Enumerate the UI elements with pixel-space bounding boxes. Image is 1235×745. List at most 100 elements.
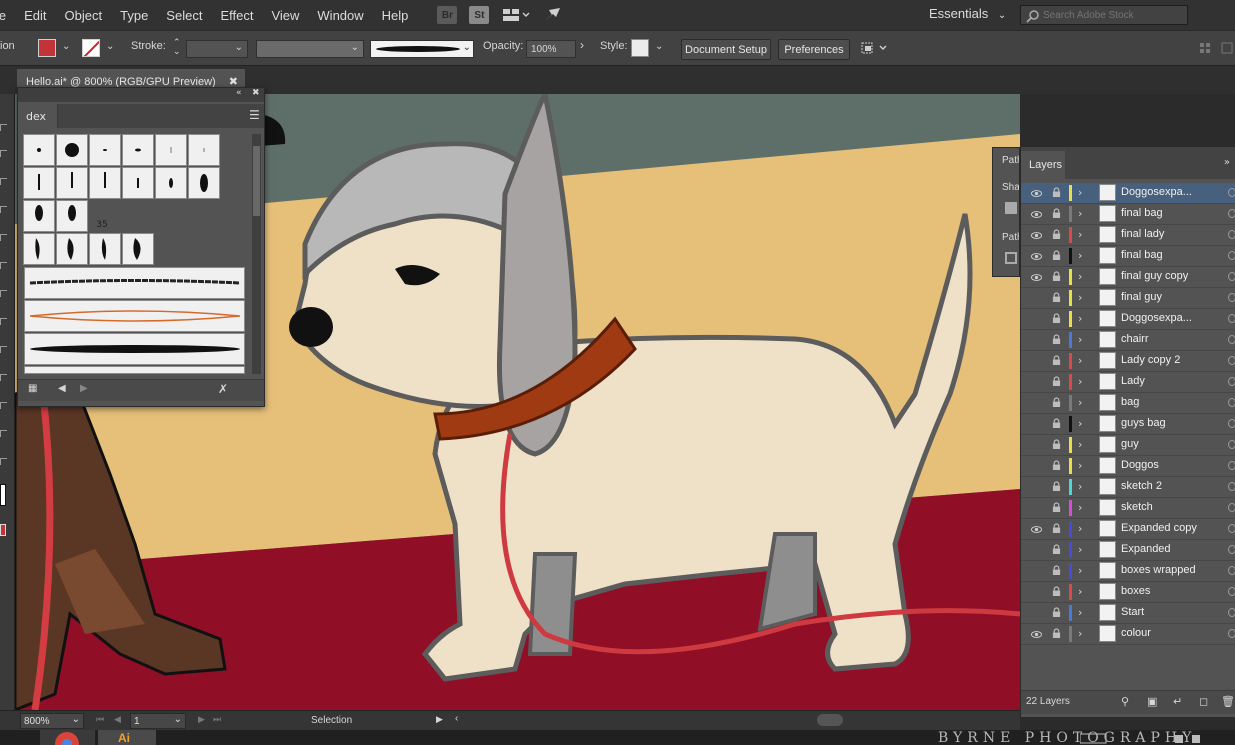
eye-toggle-empty[interactable] xyxy=(1031,314,1042,325)
lock-icon[interactable] xyxy=(1052,292,1061,303)
layer-target-icon[interactable] xyxy=(1228,524,1235,533)
eye-icon[interactable] xyxy=(1031,209,1042,220)
layer-name[interactable]: bag xyxy=(1121,396,1139,408)
layer-row[interactable]: › Doggosexpa... xyxy=(1021,309,1235,330)
layer-target-icon[interactable] xyxy=(1228,251,1235,260)
lock-icon[interactable] xyxy=(1052,376,1061,387)
rectangle-tool-icon[interactable] xyxy=(0,290,7,297)
layer-target-icon[interactable] xyxy=(1228,608,1235,617)
layer-row[interactable]: › Doggos xyxy=(1021,456,1235,477)
eye-icon[interactable] xyxy=(1031,230,1042,241)
brush-swatch[interactable] xyxy=(23,233,55,265)
eye-toggle-empty[interactable] xyxy=(1031,461,1042,472)
rotate-tool-icon[interactable] xyxy=(0,402,7,409)
lock-icon[interactable] xyxy=(1052,586,1061,597)
layer-target-icon[interactable] xyxy=(1228,566,1235,575)
eye-toggle-empty[interactable] xyxy=(1031,293,1042,304)
eye-toggle-empty[interactable] xyxy=(1031,335,1042,346)
menu-type[interactable]: Type xyxy=(111,8,157,23)
lock-icon[interactable] xyxy=(1052,439,1061,450)
opacity-field[interactable]: 100% xyxy=(526,40,576,58)
eye-toggle-empty[interactable] xyxy=(1031,503,1042,514)
chevron-right-icon[interactable]: › xyxy=(1078,312,1082,325)
lock-icon[interactable] xyxy=(1052,544,1061,555)
eye-toggle-empty[interactable] xyxy=(1031,545,1042,556)
layer-target-icon[interactable] xyxy=(1228,629,1235,638)
menu-window[interactable]: Window xyxy=(308,8,372,23)
chevron-right-icon[interactable]: › xyxy=(1078,438,1082,451)
eye-icon[interactable] xyxy=(1031,272,1042,283)
eye-toggle-empty[interactable] xyxy=(1031,377,1042,388)
eye-toggle-empty[interactable] xyxy=(1031,356,1042,367)
layer-target-icon[interactable] xyxy=(1228,335,1235,344)
layer-row[interactable]: › final lady xyxy=(1021,225,1235,246)
lock-icon[interactable] xyxy=(1052,502,1061,513)
lock-icon[interactable] xyxy=(1052,208,1061,219)
horizontal-scroll-thumb[interactable] xyxy=(817,714,843,726)
bridge-icon[interactable]: Br xyxy=(437,6,458,24)
layer-name[interactable]: Expanded copy xyxy=(1121,522,1197,534)
layer-name[interactable]: boxes xyxy=(1121,585,1150,597)
brushes-scrollbar[interactable] xyxy=(252,134,261,374)
brush-swatch[interactable] xyxy=(89,134,121,166)
lock-icon[interactable] xyxy=(1052,460,1061,471)
chevron-right-icon[interactable]: › xyxy=(1078,291,1082,304)
layer-row[interactable]: › boxes wrapped xyxy=(1021,561,1235,582)
layer-target-icon[interactable] xyxy=(1228,314,1235,323)
clipping-mask-icon[interactable]: ▣ xyxy=(1147,695,1157,708)
layer-target-icon[interactable] xyxy=(1228,587,1235,596)
layer-row[interactable]: › sketch xyxy=(1021,498,1235,519)
layer-name[interactable]: Lady copy 2 xyxy=(1121,354,1180,366)
chevron-right-icon[interactable]: › xyxy=(1078,585,1082,598)
taskbar-illustrator[interactable]: Ai xyxy=(98,730,156,745)
brush-definition[interactable]: ⌄ xyxy=(370,40,474,58)
lock-icon[interactable] xyxy=(1052,334,1061,345)
brush-swatch[interactable] xyxy=(23,167,55,199)
brush-swatch[interactable] xyxy=(89,233,121,265)
brush-swatch[interactable] xyxy=(122,233,154,265)
tab-layers[interactable]: Layers xyxy=(1021,151,1065,179)
remove-brush-icon[interactable]: ✗ xyxy=(218,382,228,396)
panel-header[interactable]: « ✖ xyxy=(18,88,264,102)
layer-name[interactable]: final bag xyxy=(1121,207,1163,219)
brush-swatch[interactable]: 45 xyxy=(23,200,75,232)
layer-target-icon[interactable] xyxy=(1228,503,1235,512)
locate-object-icon[interactable]: ⚲ xyxy=(1121,695,1129,708)
lock-icon[interactable] xyxy=(1052,187,1061,198)
brush-swatch[interactable] xyxy=(122,134,154,166)
chevron-right-icon[interactable]: › xyxy=(1078,186,1082,199)
brush-swatch[interactable] xyxy=(23,134,55,166)
brush-swatch[interactable] xyxy=(122,167,154,199)
lock-icon[interactable] xyxy=(1052,313,1061,324)
brush-stroke-swatch[interactable] xyxy=(24,366,245,374)
lock-icon[interactable] xyxy=(1052,481,1061,492)
chevron-right-icon[interactable]: › xyxy=(1078,480,1082,493)
layer-row[interactable]: › guys bag xyxy=(1021,414,1235,435)
layer-name[interactable]: sketch xyxy=(1121,501,1153,513)
eye-icon[interactable] xyxy=(1031,524,1042,535)
brush-stroke-swatch[interactable] xyxy=(24,300,245,332)
preferences-button[interactable]: Preferences xyxy=(778,39,850,60)
layer-name[interactable]: Doggosexpa... xyxy=(1121,312,1192,324)
divide-icon[interactable] xyxy=(1005,252,1017,264)
layer-row[interactable]: › final bag xyxy=(1021,204,1235,225)
brush-swatch[interactable]: 35 xyxy=(89,167,141,199)
layer-target-icon[interactable] xyxy=(1228,377,1235,386)
eye-toggle-empty[interactable] xyxy=(1031,587,1042,598)
lock-icon[interactable] xyxy=(1052,565,1061,576)
layer-name[interactable]: sketch 2 xyxy=(1121,480,1162,492)
zoom-level-select[interactable]: 800% ⌄ xyxy=(20,713,84,729)
stock-search[interactable] xyxy=(1020,5,1188,25)
chevron-right-icon[interactable]: › xyxy=(1078,606,1082,619)
menu-object[interactable]: Object xyxy=(56,8,112,23)
chevron-right-icon[interactable]: › xyxy=(1078,354,1082,367)
layer-name[interactable]: Doggosexpa... xyxy=(1121,186,1192,198)
close-icon[interactable]: ✖ xyxy=(252,88,260,98)
layer-row[interactable]: › boxes xyxy=(1021,582,1235,603)
lock-icon[interactable] xyxy=(1052,229,1061,240)
eye-toggle-empty[interactable] xyxy=(1031,608,1042,619)
menu-edit[interactable]: Edit xyxy=(15,8,55,23)
lock-icon[interactable] xyxy=(1052,628,1061,639)
layer-name[interactable]: guys bag xyxy=(1121,417,1166,429)
stock-icon[interactable]: St xyxy=(469,6,490,24)
